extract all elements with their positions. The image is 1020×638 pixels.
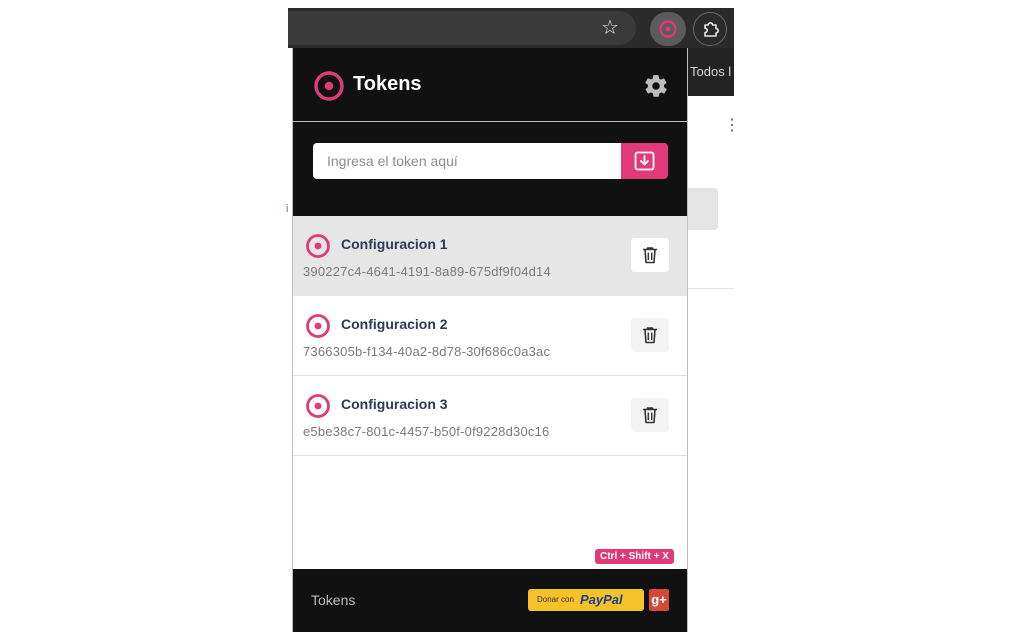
delete-token-button[interactable] <box>631 318 669 352</box>
extension-tokens-button[interactable] <box>650 12 686 46</box>
address-bar[interactable] <box>288 11 636 45</box>
target-icon <box>306 394 330 418</box>
delete-token-button[interactable] <box>631 398 669 432</box>
trash-icon <box>643 247 657 264</box>
target-icon <box>659 20 677 38</box>
import-icon <box>634 151 655 171</box>
token-name: Configuracion 2 <box>341 316 448 332</box>
trash-icon <box>643 327 657 344</box>
header-divider <box>293 121 687 122</box>
tokens-popup: Tokens Configuracion 1 390227c4-4641-419… <box>292 48 688 632</box>
paypal-prefix: Donar con <box>537 595 574 604</box>
settings-button[interactable] <box>643 73 669 99</box>
delete-token-button[interactable] <box>631 238 669 272</box>
gear-icon <box>645 75 667 97</box>
token-id: e5be38c7-801c-4457-b50f-0f9228d30c16 <box>303 424 550 439</box>
target-logo-icon <box>314 71 344 101</box>
token-item[interactable]: Configuracion 2 7366305b-f134-40a2-8d78-… <box>293 296 687 376</box>
token-item[interactable]: Configuracion 3 e5be38c7-801c-4457-b50f-… <box>293 376 687 456</box>
google-plus-button[interactable]: g+ <box>649 589 669 611</box>
app-title: Tokens <box>353 73 422 95</box>
page-divider <box>688 288 734 289</box>
popup-footer: Tokens Donar con PayPal g+ <box>293 569 687 632</box>
token-name: Configuracion 3 <box>341 396 448 412</box>
token-list: Configuracion 1 390227c4-4641-4191-8a89-… <box>293 216 687 456</box>
page-text-fragment: i <box>286 203 289 215</box>
extensions-menu-button[interactable] <box>693 12 727 46</box>
page-panel <box>688 188 718 230</box>
token-name: Configuracion 1 <box>341 236 448 252</box>
paypal-donate-button[interactable]: Donar con PayPal <box>528 589 644 611</box>
popup-header: Tokens <box>293 48 687 216</box>
footer-label: Tokens <box>311 592 356 608</box>
bookmark-all[interactable]: Todos l <box>690 64 731 79</box>
target-icon <box>306 314 330 338</box>
import-token-button[interactable] <box>621 143 668 179</box>
target-icon <box>306 234 330 258</box>
token-item[interactable]: Configuracion 1 390227c4-4641-4191-8a89-… <box>293 216 687 296</box>
puzzle-icon <box>704 22 719 37</box>
paypal-logo: PayPal <box>580 592 623 607</box>
token-input[interactable] <box>313 143 621 179</box>
shortcut-badge: Ctrl + Shift + X <box>595 549 674 564</box>
token-id: 7366305b-f134-40a2-8d78-30f686c0a3ac <box>303 344 551 359</box>
token-id: 390227c4-4641-4191-8a89-675df9f04d14 <box>303 264 551 279</box>
page-more-icon[interactable]: ⋮ <box>724 118 740 134</box>
bookmark-star-icon[interactable]: ☆ <box>599 16 621 38</box>
trash-icon <box>643 407 657 424</box>
